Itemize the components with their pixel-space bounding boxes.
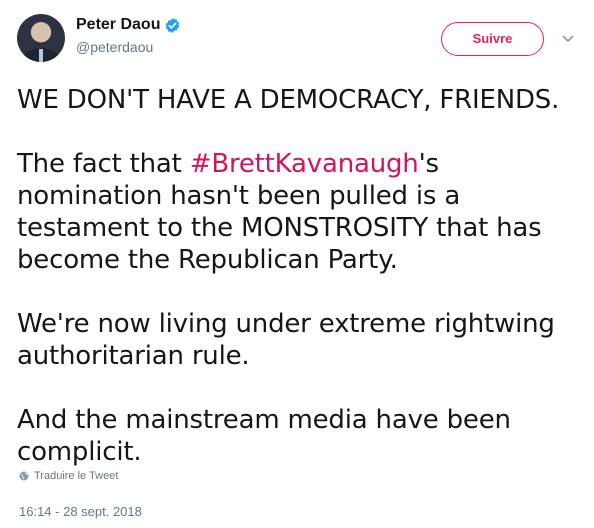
display-name[interactable]: Peter Daou xyxy=(76,16,160,34)
user-info: Peter Daou @peterdaou xyxy=(76,16,181,55)
handle[interactable]: @peterdaou xyxy=(76,39,181,55)
timestamp[interactable]: 16:14 - 28 sept. 2018 xyxy=(19,504,142,519)
avatar-tie xyxy=(39,49,43,62)
tweet-text-prefix: The fact that xyxy=(17,149,190,179)
name-row: Peter Daou xyxy=(76,16,181,34)
tweet-paragraph-4: And the mainstream media have been compl… xyxy=(17,405,511,467)
tweet-text: WE DON'T HAVE A DEMOCRACY, FRIENDS. The … xyxy=(17,84,577,468)
globe-icon xyxy=(19,471,29,481)
tweet-paragraph-3: We're now living under extreme rightwing… xyxy=(17,309,555,371)
tweet-line-1: WE DON'T HAVE A DEMOCRACY, FRIENDS. xyxy=(17,85,560,115)
translate-tweet-link[interactable]: Traduire le Tweet xyxy=(19,470,118,482)
follow-button[interactable]: Suivre xyxy=(441,22,544,56)
tweet-paragraph-2: The fact that #BrettKavanaugh's nominati… xyxy=(17,148,577,276)
tweet-header: Peter Daou @peterdaou Suivre xyxy=(17,12,583,66)
translate-label: Traduire le Tweet xyxy=(34,470,119,482)
chevron-down-icon[interactable] xyxy=(561,32,575,46)
avatar[interactable] xyxy=(17,14,65,62)
hashtag-link[interactable]: #BrettKavanaugh xyxy=(190,149,419,179)
verified-icon xyxy=(166,17,180,33)
